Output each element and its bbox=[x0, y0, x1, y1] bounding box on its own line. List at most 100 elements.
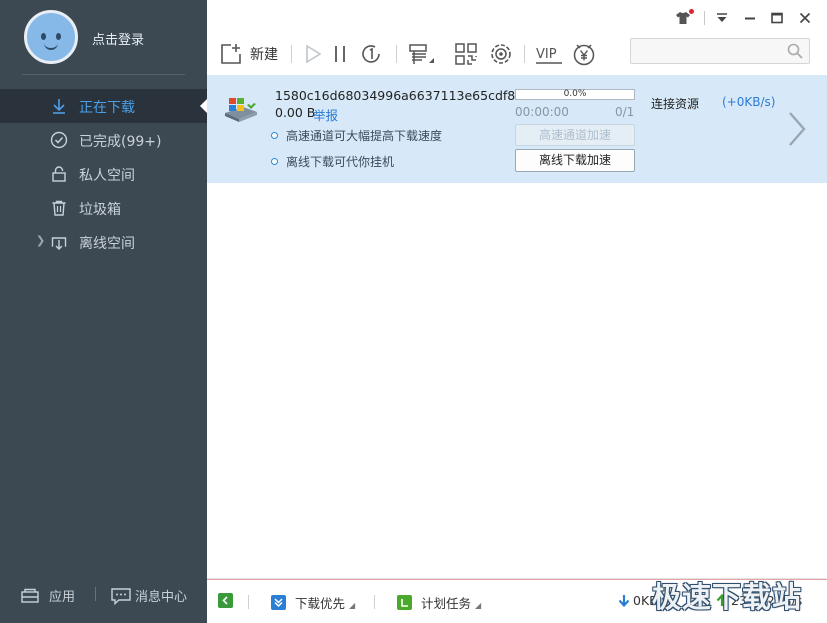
apps-icon bbox=[21, 588, 39, 603]
single-task-icon bbox=[362, 45, 380, 63]
download-priority-button[interactable]: 下载优先 ◢ bbox=[271, 593, 355, 612]
close-button[interactable] bbox=[796, 9, 814, 27]
search-box bbox=[630, 38, 810, 64]
elapsed-time: 00:00:00 bbox=[515, 105, 569, 119]
wallet-button[interactable] bbox=[571, 40, 597, 68]
concurrency-button[interactable] bbox=[359, 40, 383, 68]
bullet-circle-icon bbox=[271, 132, 278, 139]
highspeed-tip: 高速通道可大幅提高下载速度 bbox=[271, 127, 442, 144]
toolbar-divider bbox=[291, 45, 292, 63]
task-file-name: 1580c16d68034996a6637113e65cdf89 bbox=[275, 88, 524, 103]
yuan-coin-icon bbox=[573, 44, 595, 66]
main-menu-button[interactable] bbox=[713, 9, 731, 27]
sidebar-item-offline-space[interactable]: ❯ 离线空间 bbox=[0, 225, 207, 259]
sidebar-item-trash[interactable]: 垃圾箱 bbox=[0, 191, 207, 225]
settings-button[interactable] bbox=[488, 40, 514, 68]
message-center-button[interactable]: 消息中心 bbox=[110, 586, 187, 605]
pause-button[interactable] bbox=[332, 40, 348, 68]
start-button[interactable] bbox=[303, 40, 323, 68]
sidebar: 点击登录 正在下载 已完成(99+) 私人空间 垃圾箱 ❯ 离线空间 应用 消息… bbox=[0, 0, 207, 623]
qrcode-button[interactable] bbox=[454, 40, 478, 68]
avatar-mouth bbox=[44, 43, 58, 50]
sidebar-item-label: 垃圾箱 bbox=[79, 202, 121, 218]
report-link[interactable]: 举报 bbox=[313, 105, 338, 124]
check-circle-icon bbox=[50, 131, 68, 149]
speed-bonus: (+0KB/s) bbox=[722, 95, 776, 109]
vip-icon: VIP bbox=[536, 47, 562, 64]
toolbar-divider bbox=[524, 45, 525, 63]
pause-icon bbox=[335, 46, 345, 62]
priority-icon bbox=[271, 595, 286, 610]
lock-icon bbox=[52, 166, 66, 182]
progress-text: 0.0% bbox=[563, 89, 587, 99]
offline-tip: 离线下载可代你挂机 bbox=[271, 153, 394, 170]
scheduled-task-label: 计划任务 bbox=[421, 596, 472, 611]
offline-tip-text: 离线下载可代你挂机 bbox=[286, 155, 395, 169]
schedule-icon bbox=[397, 595, 412, 610]
new-task-label: 新建 bbox=[250, 47, 278, 63]
sidebar-item-private[interactable]: 私人空间 bbox=[0, 157, 207, 191]
maximize-icon bbox=[771, 12, 783, 24]
task-row[interactable]: 1580c16d68034996a6637113e65cdf89 0.00 B … bbox=[207, 75, 827, 183]
progress-bar: 0.0% bbox=[515, 89, 635, 100]
sidebar-item-completed[interactable]: 已完成(99+) bbox=[0, 123, 207, 157]
svg-text:VIP: VIP bbox=[536, 47, 557, 62]
download-priority-label: 下载优先 bbox=[295, 596, 346, 611]
search-icon[interactable] bbox=[787, 43, 803, 59]
title-divider bbox=[704, 11, 705, 25]
collapse-sidebar-button[interactable] bbox=[218, 593, 242, 608]
apps-button[interactable]: 应用 bbox=[20, 586, 75, 605]
play-icon bbox=[306, 44, 322, 64]
highspeed-tip-text: 高速通道可大幅提高下载速度 bbox=[286, 129, 443, 143]
chevron-right-icon[interactable]: ❯ bbox=[36, 234, 45, 247]
installer-file-icon bbox=[225, 98, 257, 122]
watermark-text: 极速下载站 bbox=[652, 580, 803, 614]
sidebar-item-label: 私人空间 bbox=[79, 168, 135, 184]
gear-icon bbox=[491, 44, 511, 64]
connection-status: 连接资源 bbox=[651, 97, 700, 111]
new-task-button[interactable]: 新建 bbox=[220, 40, 278, 68]
piece-count: 0/1 bbox=[615, 105, 635, 119]
highspeed-accelerate-button[interactable]: 高速通道加速 bbox=[515, 124, 635, 146]
chevron-left-icon bbox=[218, 593, 233, 608]
bullet-circle-icon bbox=[271, 158, 278, 165]
task-file-size: 0.00 B bbox=[275, 105, 316, 120]
active-indicator bbox=[200, 99, 207, 113]
scheduled-task-button[interactable]: 计划任务 ◢ bbox=[397, 593, 481, 612]
sidebar-footer: 应用 消息中心 bbox=[0, 578, 207, 610]
sort-button[interactable] bbox=[408, 40, 436, 68]
task-list: 1580c16d68034996a6637113e65cdf89 0.00 B … bbox=[207, 75, 827, 578]
footer-divider bbox=[95, 587, 96, 601]
avatar[interactable] bbox=[24, 10, 78, 64]
login-link[interactable]: 点击登录 bbox=[92, 29, 144, 48]
message-center-label: 消息中心 bbox=[135, 590, 188, 605]
dropdown-triangle-icon: ◢ bbox=[349, 601, 356, 610]
avatar-eye-right bbox=[56, 33, 61, 40]
sidebar-divider bbox=[22, 74, 185, 75]
close-icon bbox=[799, 12, 811, 24]
sidebar-item-label: 正在下载 bbox=[79, 100, 135, 116]
sidebar-item-label: 已完成(99+) bbox=[79, 134, 162, 150]
maximize-button[interactable] bbox=[768, 9, 786, 27]
trash-icon bbox=[52, 200, 66, 216]
vip-button[interactable]: VIP bbox=[535, 40, 563, 68]
notification-dot bbox=[689, 9, 694, 14]
chevron-right-icon[interactable] bbox=[785, 109, 809, 149]
message-icon bbox=[111, 587, 131, 605]
sidebar-item-downloading[interactable]: 正在下载 bbox=[0, 89, 207, 123]
status-divider bbox=[374, 595, 375, 609]
minimize-icon bbox=[745, 17, 755, 20]
dropdown-triangle-icon: ◢ bbox=[475, 601, 482, 610]
minimize-button[interactable] bbox=[741, 9, 759, 27]
sidebar-item-label: 离线空间 bbox=[79, 236, 135, 252]
offline-accelerate-button[interactable]: 离线下载加速 bbox=[515, 149, 635, 172]
qrcode-icon bbox=[455, 43, 477, 65]
apps-label: 应用 bbox=[49, 590, 76, 605]
menu-icon bbox=[717, 13, 727, 22]
download-icon bbox=[53, 99, 65, 114]
status-divider bbox=[248, 595, 249, 609]
cloud-download-icon bbox=[51, 237, 67, 250]
arrow-down-icon bbox=[618, 595, 630, 607]
search-input[interactable] bbox=[631, 39, 781, 63]
toolbar-divider bbox=[396, 45, 397, 63]
